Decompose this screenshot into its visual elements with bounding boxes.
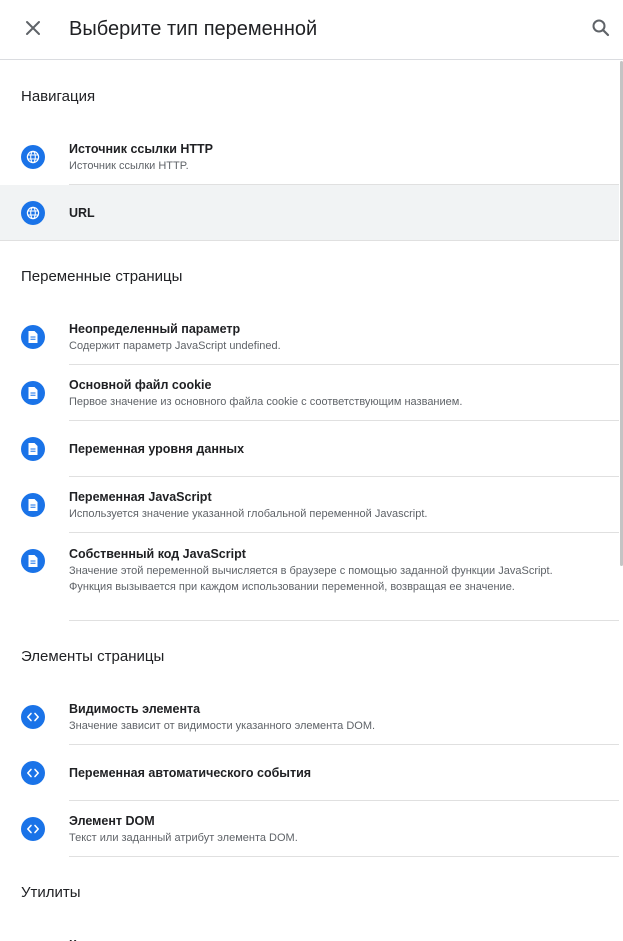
item-description: Источник ссылки HTTP. <box>69 159 189 172</box>
item-name: Переменная автоматического события <box>69 765 312 780</box>
item-description: Содержит параметр JavaScript undefined. <box>69 339 281 352</box>
document-icon <box>21 493 45 517</box>
item-name: Переменная JavaScript <box>69 489 212 504</box>
item-description: Значение этой переменной вычисляется в б… <box>69 565 553 593</box>
variable-type-item[interactable]: Собственный код JavaScript Значение этой … <box>0 533 619 621</box>
code-icon <box>21 705 45 729</box>
item-name: Основной файл cookie <box>69 377 212 392</box>
section-title: Элементы страницы <box>21 648 165 665</box>
search-icon <box>591 18 611 43</box>
item-name: Видимость элемента <box>69 701 201 716</box>
search-button[interactable] <box>586 15 616 45</box>
item-description: Первое значение из основного файла cooki… <box>69 395 463 408</box>
variable-type-list[interactable]: Навигация Источник ссылки HTTP Источник сс… <box>0 61 619 941</box>
dialog-header: Выберите тип переменной <box>0 0 623 60</box>
divider <box>69 620 619 621</box>
item-name: Константа <box>69 937 595 941</box>
variable-type-item[interactable]: Источник ссылки HTTP Источник ссылки HTTP… <box>0 129 619 185</box>
dialog-title: Выберите тип переменной <box>69 18 318 40</box>
variable-type-item[interactable]: Переменная автоматического события <box>0 745 619 801</box>
item-name: Элемент DOM <box>69 813 155 828</box>
globe-icon <box>21 201 45 225</box>
close-button[interactable] <box>18 15 48 45</box>
variable-type-item[interactable]: Основной файл cookie Первое значение из о… <box>0 365 619 421</box>
item-name: Переменная уровня данных <box>69 441 245 456</box>
document-icon <box>21 437 45 461</box>
item-description: Текст или заданный атрибут элемента DOM. <box>69 831 298 844</box>
variable-type-item[interactable]: Видимость элемента Значение зависит от ви… <box>0 689 619 745</box>
item-description: Используется значение указанной глобальн… <box>69 507 428 520</box>
variable-type-item[interactable]: URL <box>0 185 619 241</box>
item-name: URL <box>69 205 95 220</box>
item-name: Источник ссылки HTTP <box>69 141 214 156</box>
variable-type-item[interactable]: Переменная уровня данных <box>0 421 619 477</box>
document-icon <box>21 325 45 349</box>
variable-type-item[interactable]: Неопределенный параметр Содержит параметр… <box>0 309 619 365</box>
item-name: Собственный код JavaScript <box>69 547 246 561</box>
document-icon <box>21 381 45 405</box>
variable-type-item[interactable]: Переменная JavaScript Используется значен… <box>0 477 619 533</box>
close-icon <box>25 20 41 41</box>
code-icon <box>21 817 45 841</box>
code-icon <box>21 761 45 785</box>
section-title: Навигация <box>21 88 96 105</box>
globe-icon <box>21 145 45 169</box>
item-name: Неопределенный параметр <box>69 321 241 336</box>
variable-type-item[interactable]: Элемент DOM Текст или заданный атрибут эл… <box>0 801 619 857</box>
section-title: Утилиты <box>21 884 81 901</box>
divider <box>0 240 619 241</box>
document-icon <box>21 549 45 573</box>
item-description: Значение зависит от видимости указанного… <box>69 719 376 732</box>
section-title: Переменные страницы <box>21 268 183 285</box>
variable-type-item[interactable]: КонстантаУказанная строка. <box>0 925 619 941</box>
divider <box>69 856 619 857</box>
